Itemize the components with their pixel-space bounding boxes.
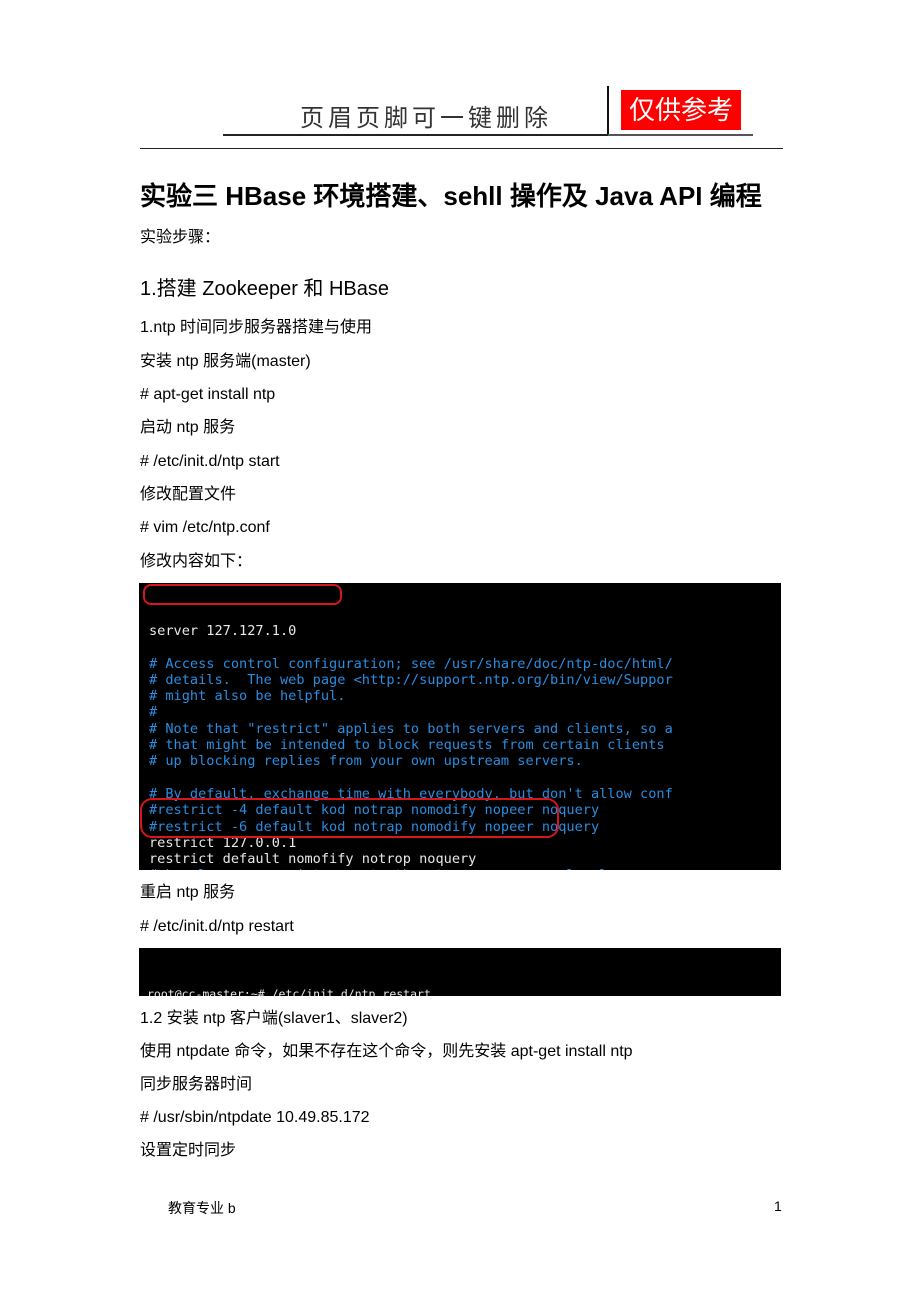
header-divider	[607, 86, 609, 134]
paragraph-line: # apt-get install ntp	[140, 386, 276, 403]
highlight-restrict	[140, 798, 559, 838]
header-underline	[223, 134, 608, 136]
paragraph-line: # /etc/init.d/ntp start	[140, 453, 280, 470]
paragraph-line: 修改内容如下：	[140, 553, 253, 570]
header-text: 页眉页脚可一键删除	[300, 104, 552, 132]
terminal-line: root@cc-master:~# /etc/init.d/ntp restar…	[143, 987, 781, 996]
paragraph-line: # vim /etc/ntp.conf	[140, 519, 270, 536]
paragraph-line: 1.ntp 时间同步服务器搭建与使用	[140, 319, 373, 336]
header-badge: 仅供参考	[621, 90, 741, 130]
paragraph-line: 设置定时同步	[140, 1142, 237, 1159]
document-page: 页眉页脚可一键删除 仅供参考 实验三 HBase 环境搭建、sehll 操作及 …	[0, 0, 920, 1302]
paragraph-line: 修改配置文件	[140, 486, 237, 503]
highlight-server	[143, 584, 342, 605]
paragraph-line: 实验步骤：	[140, 229, 221, 246]
terminal-line: restrict default nomofify notrop noquery	[149, 851, 477, 868]
footer-left: 教育专业 b	[168, 1200, 236, 1216]
terminal-line: # up blocking replies from your own upst…	[149, 753, 583, 770]
document-title: 实验三 HBase 环境搭建、sehll 操作及 Java API 编程	[140, 181, 762, 211]
section-heading: 1.搭建 Zookeeper 和 HBase	[140, 278, 389, 300]
terminal-line-text: root@cc-master:~# /etc/init.d/ntp restar…	[147, 987, 431, 996]
paragraph-line: 启动 ntp 服务	[140, 419, 236, 436]
page-number: 1	[774, 1198, 782, 1214]
terminal-line: # Note that "restrict" applies to both s…	[149, 720, 673, 737]
ntp-conf-screenshot: server 127.127.1.0 # Access control confi…	[139, 583, 781, 870]
terminal-line: # details. The web page <http://support.…	[149, 671, 673, 688]
terminal-line: # Local users may interrogate the ntp se…	[144, 867, 781, 870]
paragraph-line: 同步服务器时间	[140, 1076, 253, 1093]
header-badge-underline	[608, 134, 753, 136]
terminal-line: #	[149, 704, 158, 721]
ntp-restart-screenshot: root@cc-master:~# /etc/init.d/ntp restar…	[139, 948, 781, 996]
terminal-line: server 127.127.1.0	[149, 623, 297, 639]
paragraph-line: 重启 ntp 服务	[140, 884, 236, 901]
paragraph-line: 1.2 安装 ntp 客户端(slaver1、slaver2)	[140, 1010, 408, 1027]
terminal-line: # Access control configuration; see /usr…	[149, 655, 673, 672]
terminal-line: # that might be intended to block reques…	[149, 737, 665, 754]
terminal-line: # might also be helpful.	[149, 688, 346, 705]
paragraph-line: 使用 ntpdate 命令，如果不存在这个命令，则先安装 apt-get ins…	[140, 1043, 633, 1060]
paragraph-line: # /usr/sbin/ntpdate 10.49.85.172	[140, 1109, 370, 1126]
header-rule	[140, 148, 783, 149]
paragraph-line: 安装 ntp 服务端(master)	[140, 353, 311, 370]
paragraph-line: # /etc/init.d/ntp restart	[140, 918, 294, 935]
